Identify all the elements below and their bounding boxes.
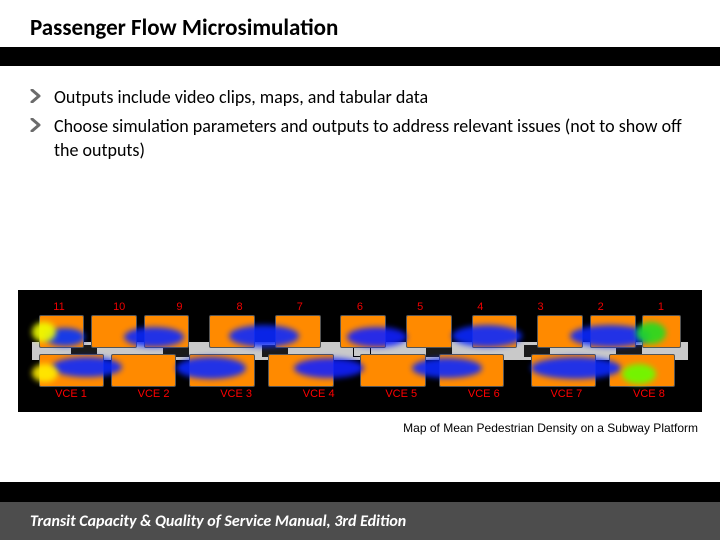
- car-number: 10: [92, 302, 146, 313]
- footer-bar: Transit Capacity & Quality of Service Ma…: [0, 502, 720, 540]
- bottom-train-rail: [32, 354, 688, 387]
- title-band: Passenger Flow Microsimulation: [0, 0, 720, 66]
- bullet-list: Outputs include video clips, maps, and t…: [30, 86, 690, 168]
- density-map-figure: 11 10 9 8 7 6 5 4 3 2 1: [18, 290, 702, 412]
- footer-text: Transit Capacity & Quality of Service Ma…: [0, 512, 406, 531]
- vce-label: VCE 5: [362, 389, 440, 400]
- vce-label: VCE 4: [280, 389, 358, 400]
- figure-caption: Map of Mean Pedestrian Density on a Subw…: [403, 421, 698, 435]
- car-number: 9: [152, 302, 206, 313]
- car-number: 5: [393, 302, 447, 313]
- figure-top-labels: 11 10 9 8 7 6 5 4 3 2 1: [32, 302, 688, 313]
- vce-label: VCE 2: [115, 389, 193, 400]
- footer-band: Transit Capacity & Quality of Service Ma…: [0, 482, 720, 540]
- car-number: 8: [213, 302, 267, 313]
- vce-label: VCE 8: [610, 389, 688, 400]
- slide: Passenger Flow Microsimulation Outputs i…: [0, 0, 720, 540]
- bullet-text: Choose simulation parameters and outputs…: [54, 115, 690, 162]
- bullet-item: Outputs include video clips, maps, and t…: [30, 86, 690, 109]
- chevron-icon: [30, 89, 44, 103]
- car-number: 6: [333, 302, 387, 313]
- vce-label: VCE 1: [32, 389, 110, 400]
- top-train-rail: [32, 315, 688, 348]
- car-number: 2: [574, 302, 628, 313]
- vce-label: VCE 7: [527, 389, 605, 400]
- chevron-icon: [30, 118, 44, 132]
- platform-visualization: [32, 315, 688, 387]
- car-number: 7: [273, 302, 327, 313]
- car-number: 11: [32, 302, 86, 313]
- car-number: 3: [514, 302, 568, 313]
- car-number: 4: [453, 302, 507, 313]
- car-number: 1: [634, 302, 688, 313]
- figure-bottom-labels: VCE 1 VCE 2 VCE 3 VCE 4 VCE 5 VCE 6 VCE …: [32, 389, 688, 400]
- slide-title: Passenger Flow Microsimulation: [0, 0, 720, 42]
- bullet-item: Choose simulation parameters and outputs…: [30, 115, 690, 162]
- vce-label: VCE 3: [197, 389, 275, 400]
- title-divider: [0, 47, 720, 66]
- vce-label: VCE 6: [445, 389, 523, 400]
- bullet-text: Outputs include video clips, maps, and t…: [54, 86, 428, 109]
